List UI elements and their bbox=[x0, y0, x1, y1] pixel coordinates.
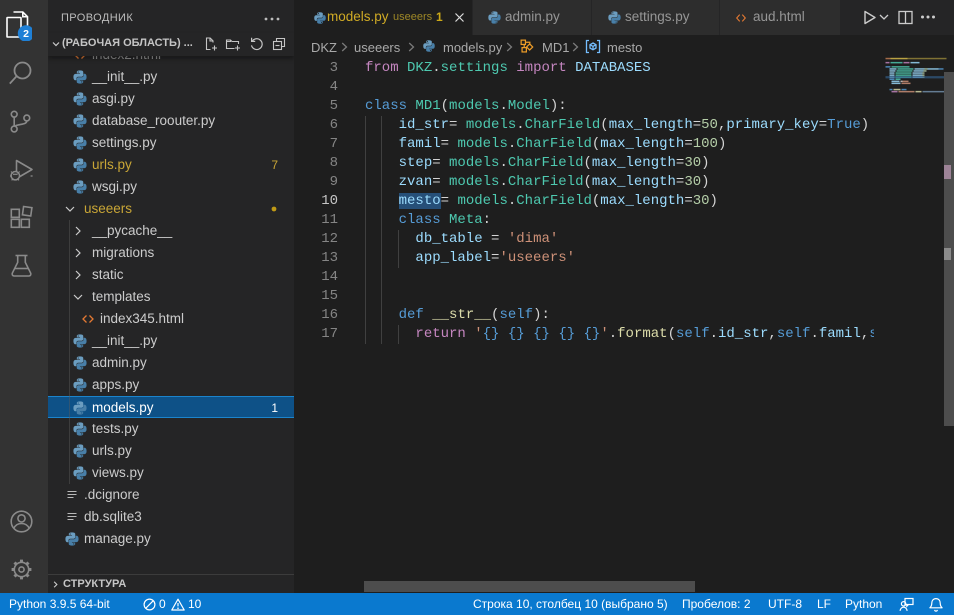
svg-text:2: 2 bbox=[23, 28, 29, 40]
